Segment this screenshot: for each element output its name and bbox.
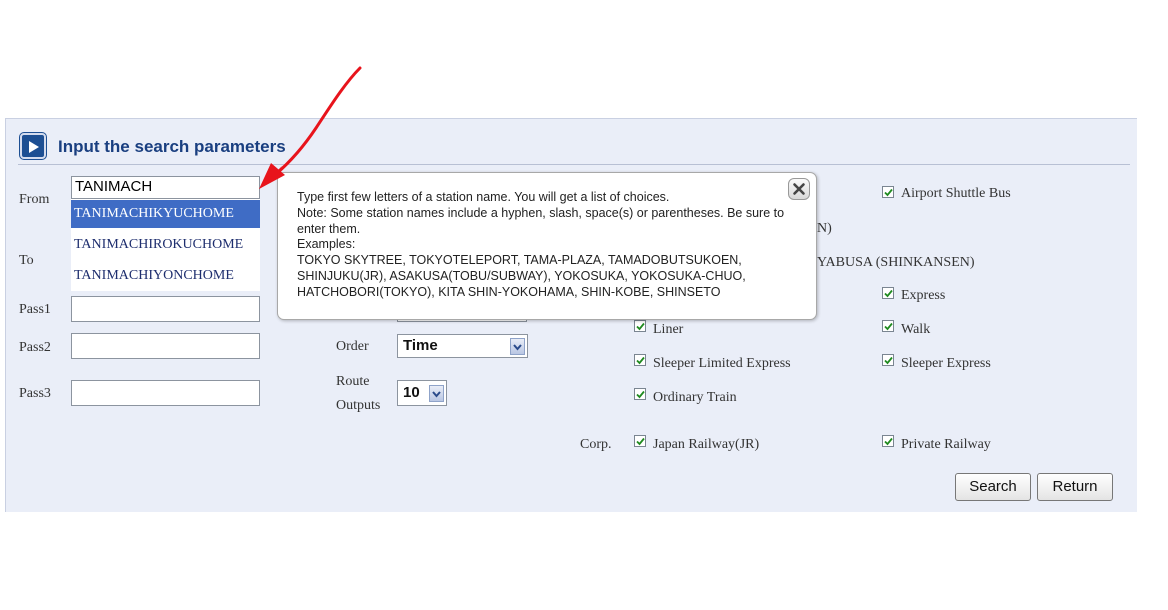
from-input[interactable]: TANIMACH [71, 176, 260, 199]
liner-label: Liner [653, 322, 684, 337]
close-icon [793, 183, 805, 195]
corp-label: Corp. [580, 437, 612, 452]
autocomplete-item[interactable]: TANIMACHIROKUCHOME [71, 231, 271, 259]
ordinary-train-checkbox[interactable] [634, 388, 646, 400]
sleeper-express-label: Sleeper Express [901, 356, 991, 371]
search-button[interactable]: Search [955, 473, 1031, 501]
tooltip-line: Examples: [297, 237, 356, 252]
airport-shuttle-bus-checkbox[interactable] [882, 186, 894, 198]
chevron-down-icon [510, 338, 525, 355]
pass3-label: Pass3 [19, 386, 51, 401]
sleeper-express-checkbox[interactable] [882, 354, 894, 366]
sleeper-limited-express-checkbox[interactable] [634, 354, 646, 366]
route-outputs-select[interactable]: 10 [397, 380, 447, 406]
pass1-input[interactable] [71, 296, 260, 322]
japan-railway-checkbox[interactable] [634, 435, 646, 447]
ordinary-train-label: Ordinary Train [653, 390, 737, 405]
to-label: To [19, 253, 34, 268]
airport-shuttle-bus-label: Airport Shuttle Bus [901, 186, 1011, 201]
order-label: Order [336, 339, 369, 354]
annotation-arrow-icon [259, 66, 362, 189]
title-divider [18, 164, 1130, 165]
tooltip-line: Note: Some station names include a hyphe… [297, 205, 785, 236]
from-label: From [19, 192, 50, 207]
tooltip-text: Type first few letters of a station name… [297, 190, 809, 301]
pass1-label: Pass1 [19, 302, 51, 317]
autocomplete-item[interactable]: TANIMACHIKYUCHOME [71, 200, 260, 228]
pass2-input[interactable] [71, 333, 260, 359]
order-select-value: Time [403, 337, 438, 354]
route-label: Route [336, 374, 370, 389]
sleeper-limited-express-label: Sleeper Limited Express [653, 356, 791, 371]
tooltip-line: Type first few letters of a station name… [297, 190, 670, 204]
chevron-down-icon [429, 385, 444, 402]
walk-label: Walk [901, 322, 931, 337]
outputs-label: Outputs [336, 398, 381, 413]
liner-checkbox[interactable] [634, 320, 646, 332]
private-railway-label: Private Railway [901, 437, 991, 452]
hayabusa-option-partial: YABUSA (SHINKANSEN) [817, 255, 975, 270]
shinkansen-option-partial: N) [817, 221, 832, 236]
pass3-input[interactable] [71, 380, 260, 406]
express-checkbox[interactable] [882, 287, 894, 299]
tooltip-close-button[interactable] [788, 178, 810, 200]
play-arrow-icon [20, 133, 46, 159]
autocomplete-item[interactable]: TANIMACHIYONCHOME [71, 262, 271, 290]
station-autocomplete-list: TANIMACHIKYUCHOME TANIMACHIROKUCHOME TAN… [71, 199, 260, 291]
return-button[interactable]: Return [1037, 473, 1113, 501]
route-outputs-value: 10 [403, 384, 420, 401]
private-railway-checkbox[interactable] [882, 435, 894, 447]
tooltip-line: TOKYO SKYTREE, TOKYOTELEPORT, TAMA-PLAZA… [297, 253, 746, 299]
walk-checkbox[interactable] [882, 320, 894, 332]
japan-railway-label: Japan Railway(JR) [653, 437, 760, 452]
express-label: Express [901, 288, 946, 303]
pass2-label: Pass2 [19, 340, 51, 355]
order-select[interactable]: Time [397, 334, 528, 358]
